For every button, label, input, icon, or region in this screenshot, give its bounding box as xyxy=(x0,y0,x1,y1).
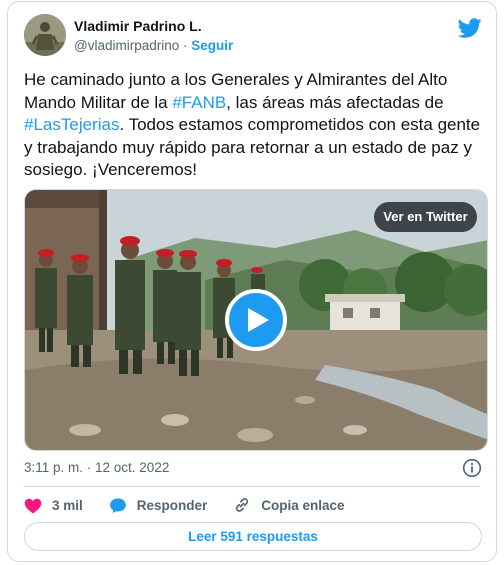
reply-label: Responder xyxy=(136,497,208,513)
copy-link-label: Copia enlace xyxy=(261,497,345,513)
tweet-card: Vladimir Padrino L. @vladimirpadrino · S… xyxy=(7,1,497,562)
play-icon xyxy=(248,308,269,332)
info-icon[interactable] xyxy=(462,458,482,478)
heart-icon xyxy=(24,498,42,513)
link-icon xyxy=(236,498,249,512)
reply-button[interactable]: Responder xyxy=(109,497,208,514)
author-handle[interactable]: @vladimirpadrino xyxy=(74,38,179,53)
view-on-twitter-button[interactable]: Ver en Twitter xyxy=(374,202,477,232)
tweet-timestamp[interactable]: 3:11 p. m. · 12 oct. 2022 xyxy=(24,460,169,475)
avatar[interactable] xyxy=(24,14,66,56)
tweet-text: He caminado junto a los Generales y Almi… xyxy=(24,69,484,182)
play-button[interactable] xyxy=(225,289,287,351)
divider xyxy=(24,486,480,487)
like-button[interactable]: 3 mil xyxy=(24,497,83,514)
tweet-actions: 3 mil Responder Copia enlace xyxy=(24,495,371,515)
twitter-bird-icon[interactable] xyxy=(458,16,482,40)
like-count: 3 mil xyxy=(52,497,83,513)
read-replies-button[interactable]: Leer 591 respuestas xyxy=(24,522,482,551)
follow-button[interactable]: Seguir xyxy=(191,38,233,53)
video-thumbnail[interactable]: Ver en Twitter xyxy=(24,189,488,451)
tweet-text-part-2: , las áreas más afectadas de xyxy=(226,92,444,112)
copy-link-button[interactable]: Copia enlace xyxy=(233,496,345,514)
hashtag-lastejerias[interactable]: #LasTejerias xyxy=(24,115,119,134)
reply-bubble-icon xyxy=(109,497,126,513)
author-handle-row: @vladimirpadrino · Seguir xyxy=(74,38,233,53)
hashtag-fanb[interactable]: #FANB xyxy=(172,93,226,112)
author-name[interactable]: Vladimir Padrino L. xyxy=(74,18,202,34)
handle-separator: · xyxy=(179,38,192,53)
avatar-image xyxy=(24,14,66,56)
